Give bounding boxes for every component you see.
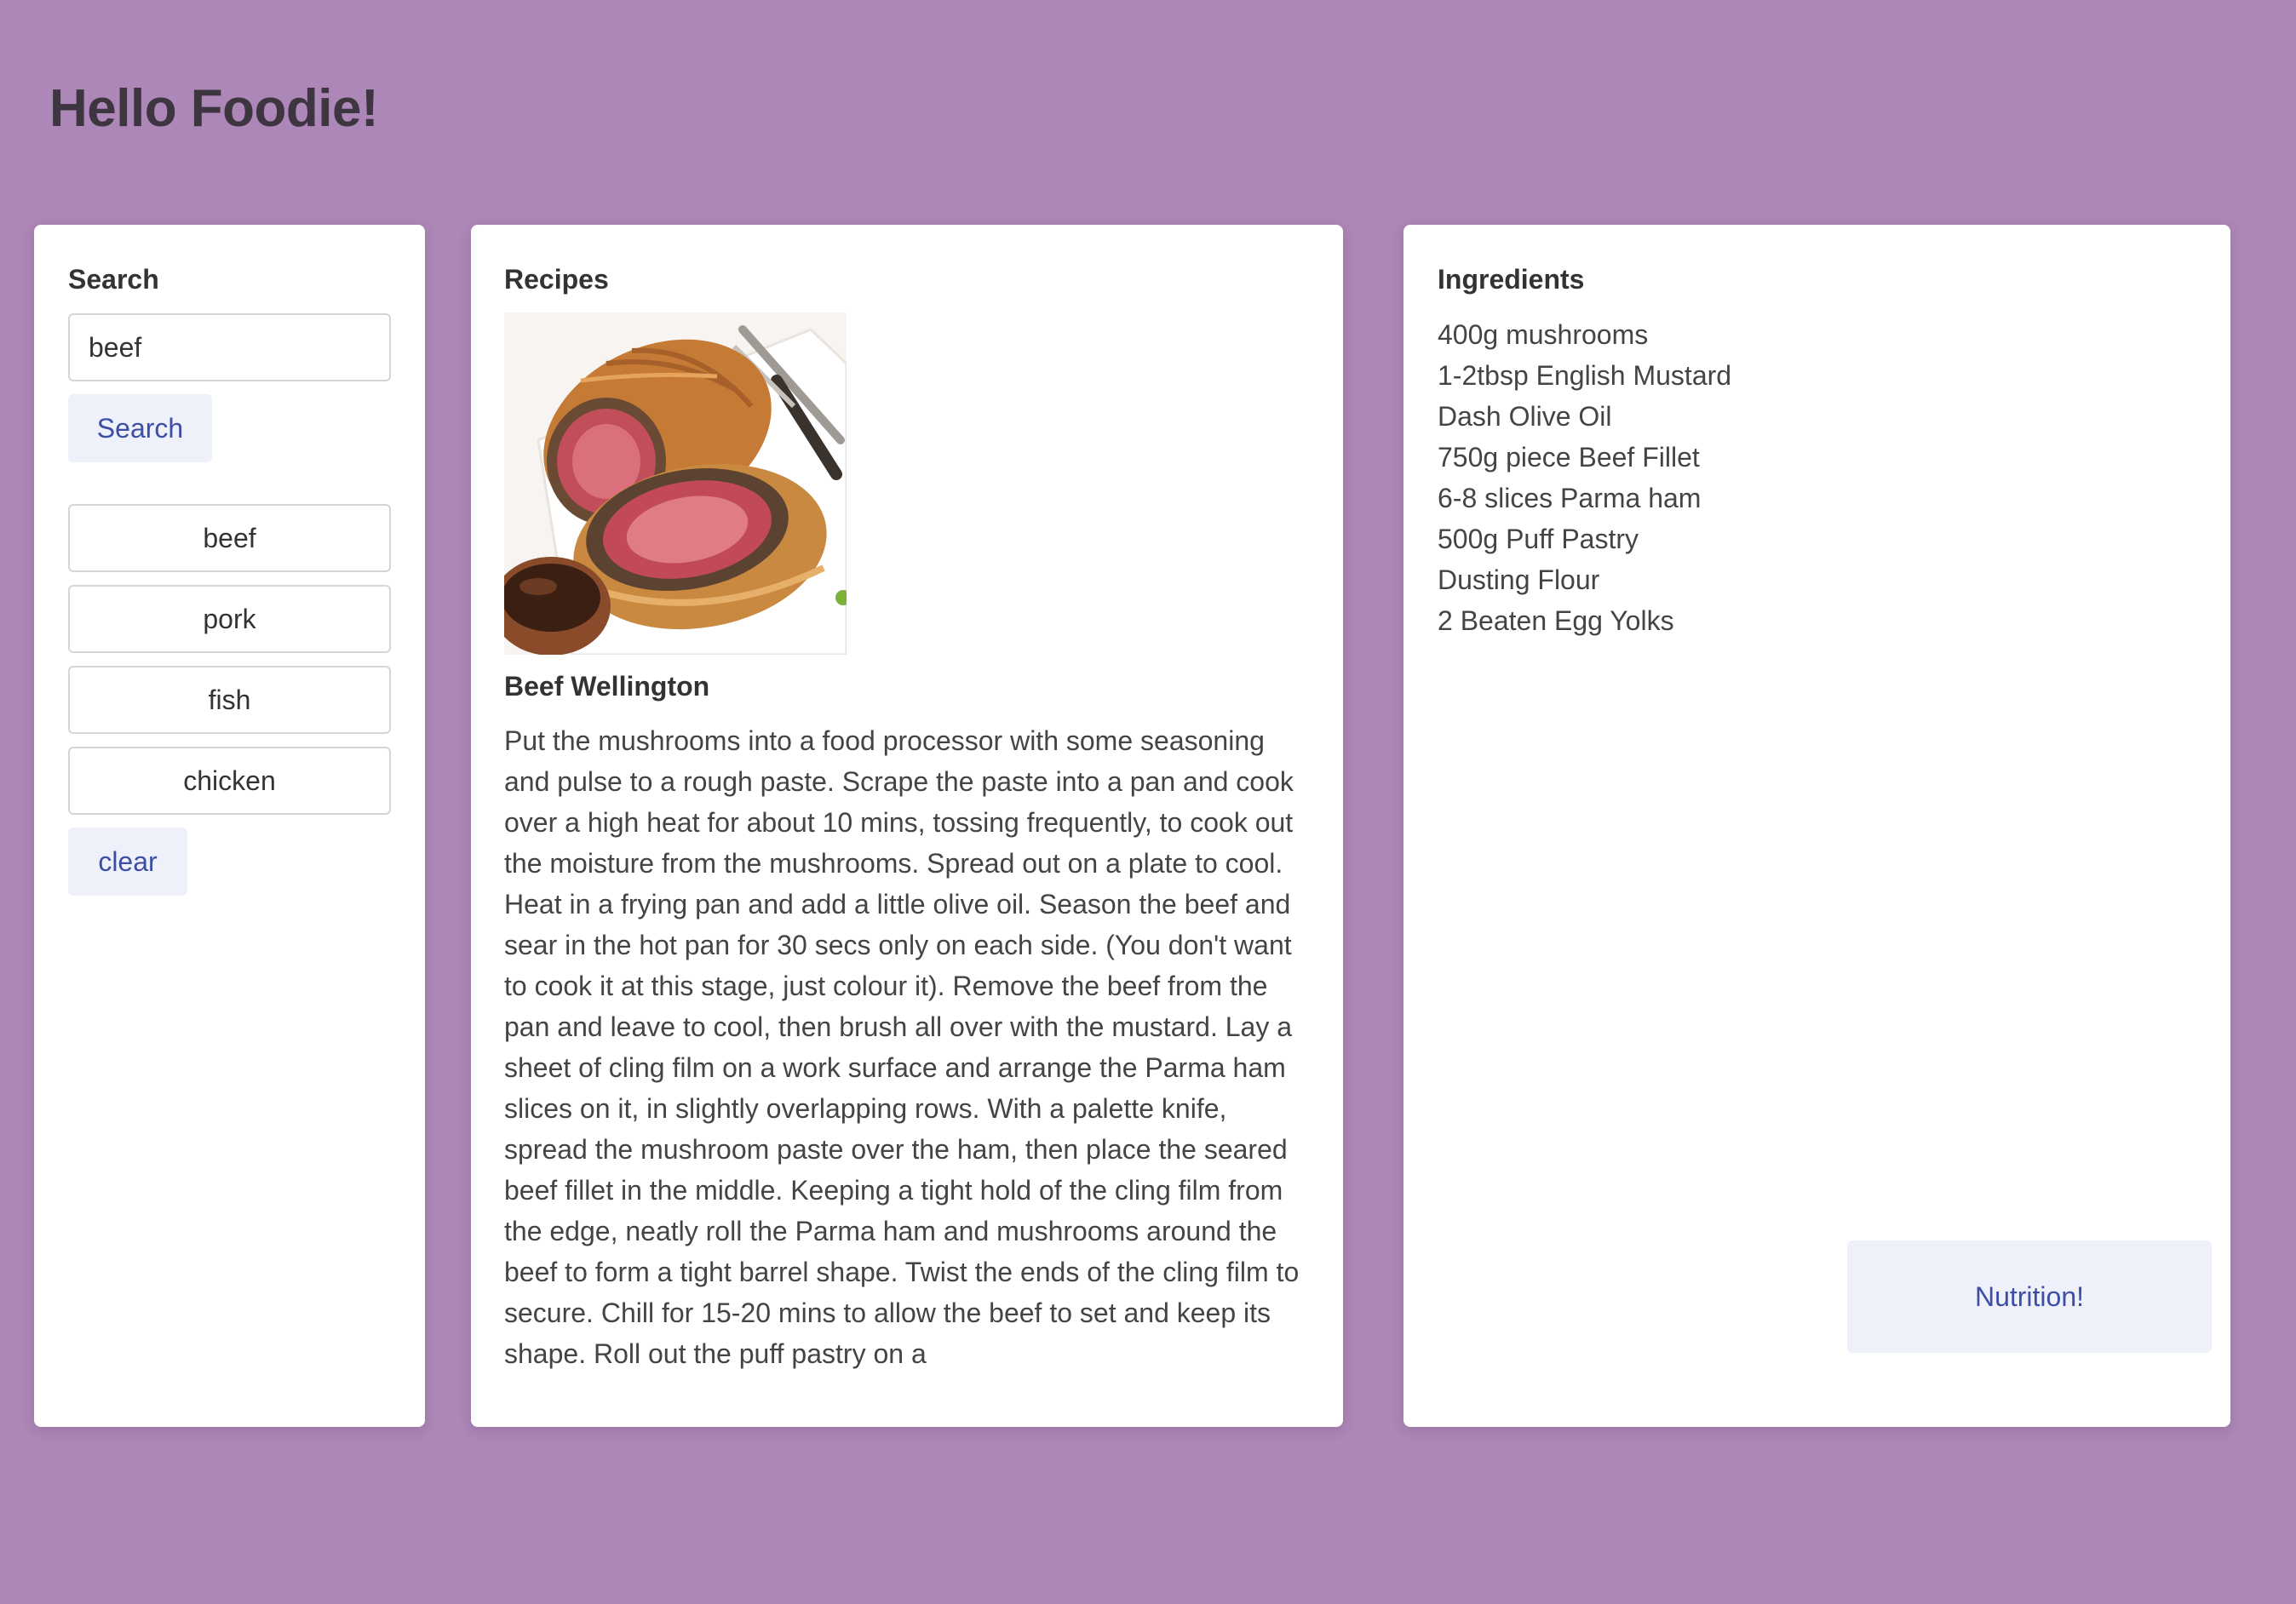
ingredients-heading: Ingredients <box>1438 264 1585 295</box>
ingredient-item: 750g piece Beef Fillet <box>1438 442 1700 473</box>
category-button-chicken[interactable]: chicken <box>68 747 391 815</box>
category-button-fish[interactable]: fish <box>68 666 391 734</box>
ingredient-item: 500g Puff Pastry <box>1438 524 1639 554</box>
ingredient-item: Dusting Flour <box>1438 564 1600 595</box>
ingredient-item: 1-2tbsp English Mustard <box>1438 360 1732 391</box>
search-heading: Search <box>68 264 159 295</box>
ingredient-item: Dash Olive Oil <box>1438 401 1612 432</box>
recipe-name: Beef Wellington <box>504 671 710 702</box>
search-input[interactable] <box>68 313 391 381</box>
ingredient-item: 2 Beaten Egg Yolks <box>1438 605 1674 636</box>
search-button[interactable]: Search <box>68 394 212 462</box>
nutrition-button[interactable]: Nutrition! <box>1847 1240 2212 1353</box>
recipe-image <box>504 312 847 655</box>
page-title: Hello Foodie! <box>49 79 379 138</box>
category-button-pork[interactable]: pork <box>68 585 391 653</box>
ingredient-item: 6-8 slices Parma ham <box>1438 483 1702 513</box>
category-button-beef[interactable]: beef <box>68 504 391 572</box>
recipes-heading: Recipes <box>504 264 609 295</box>
clear-button[interactable]: clear <box>68 828 187 896</box>
recipe-instructions: Put the mushrooms into a food processor … <box>504 725 1300 1369</box>
ingredient-item: 400g mushrooms <box>1438 319 1649 350</box>
ingredients-list: 400g mushrooms 1-2tbsp English Mustard D… <box>1438 314 1731 641</box>
